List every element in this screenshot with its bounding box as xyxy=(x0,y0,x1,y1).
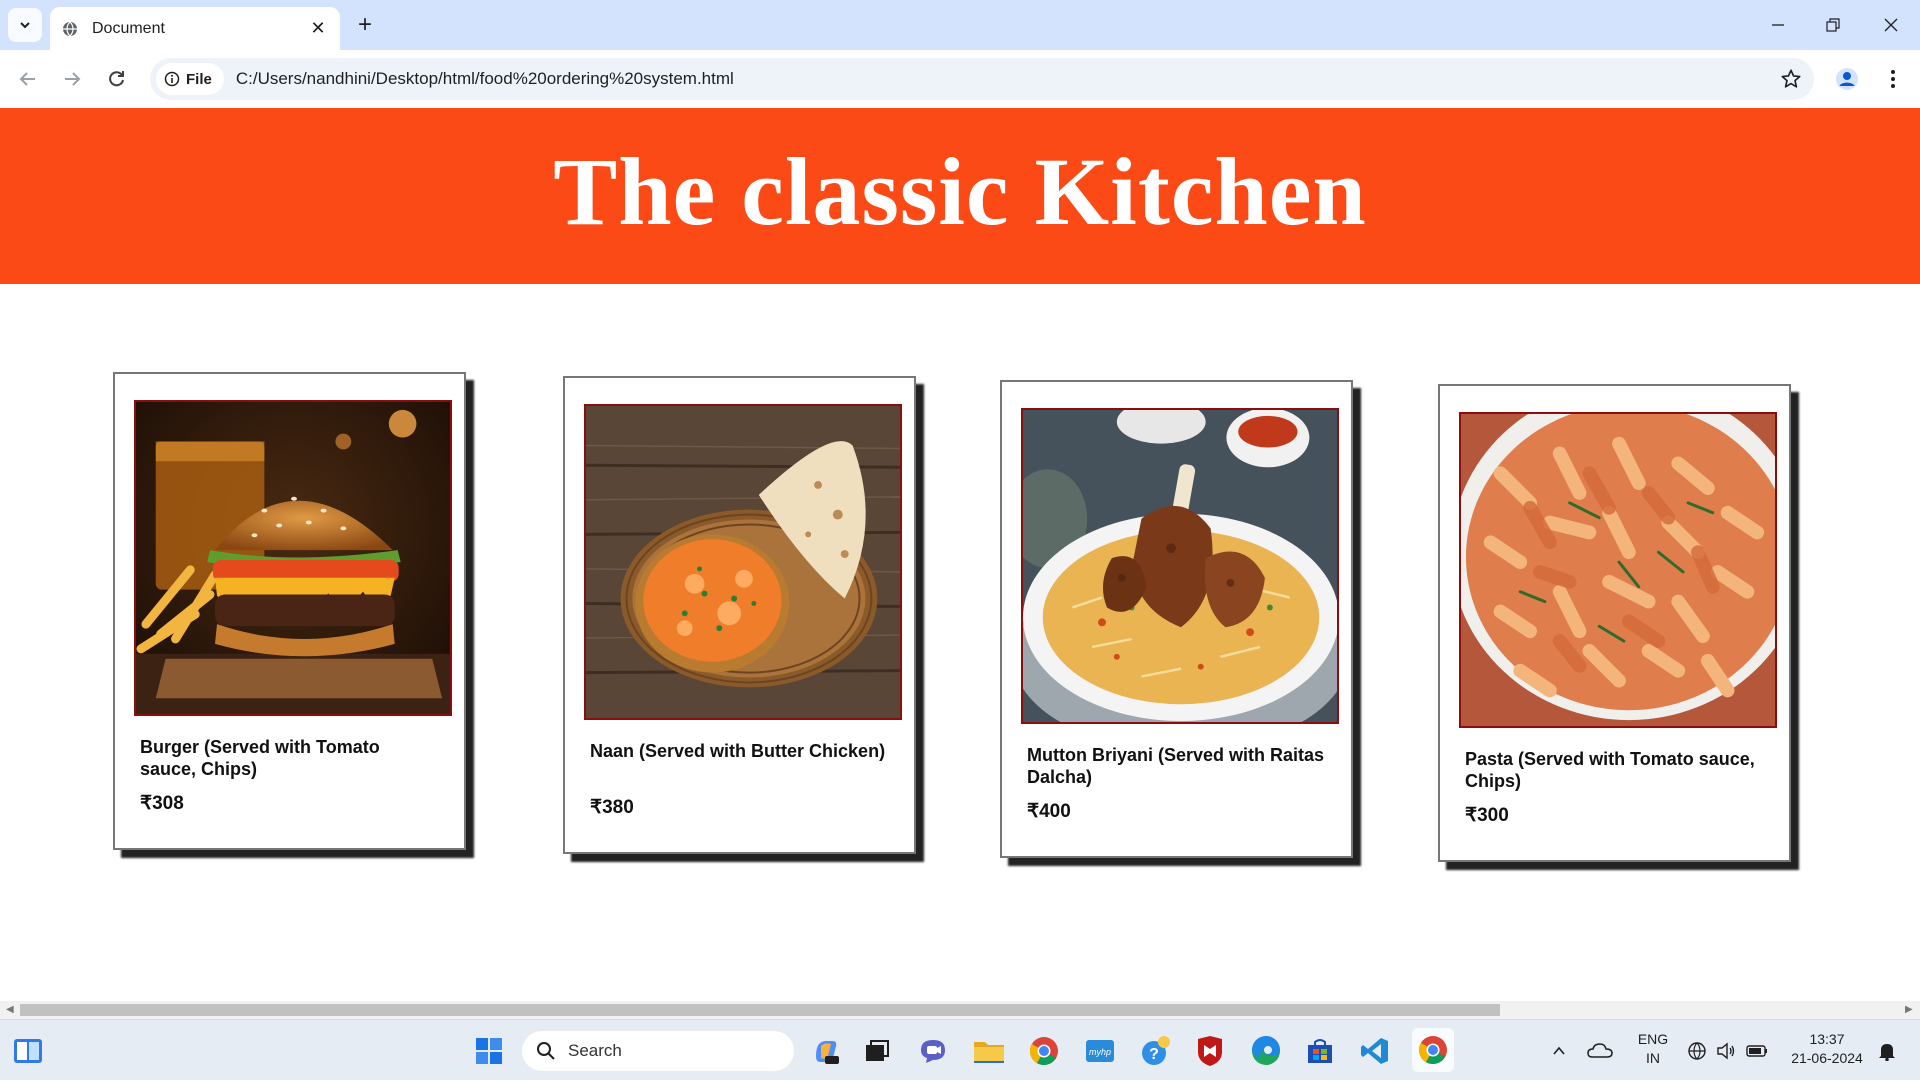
avatar-icon xyxy=(1836,68,1858,90)
naan-picture xyxy=(586,406,900,718)
arrow-right-icon xyxy=(65,72,81,86)
naan-image xyxy=(584,404,902,720)
browser-toolbar: File C:/Users/nandhini/Desktop/html/food… xyxy=(0,50,1920,108)
chevron-down-icon xyxy=(20,22,30,29)
briyani-picture xyxy=(1023,410,1337,722)
burger-image xyxy=(134,400,452,716)
briyani-image xyxy=(1021,408,1339,724)
teams-icon[interactable] xyxy=(916,1034,950,1068)
chrome-icon[interactable] xyxy=(1027,1034,1061,1068)
tab-close-icon[interactable]: ✕ xyxy=(308,18,328,39)
clock-time: 13:37 xyxy=(1809,1031,1845,1047)
reload-button[interactable] xyxy=(101,63,133,95)
globe-icon xyxy=(63,21,77,36)
windows-taskbar: Search myhp ? ENG IN 13:37 21-06-2024 xyxy=(0,1019,1920,1080)
chevron-up-icon[interactable] xyxy=(1546,1034,1572,1068)
pasta-image xyxy=(1459,412,1777,728)
menu-card-mutton-briyani[interactable]: Mutton Briyani (Served with Raitas Dalch… xyxy=(1000,380,1353,858)
item-price: ₹308 xyxy=(140,793,184,814)
close-window-button[interactable] xyxy=(1871,10,1911,40)
scroll-left-icon[interactable]: ◀ xyxy=(6,1004,14,1015)
more-vertical-icon xyxy=(1891,70,1895,88)
myhp-icon[interactable]: myhp xyxy=(1083,1034,1117,1068)
web-page: The classic Kitchen Burger (Served with … xyxy=(0,108,1920,1001)
address-bar[interactable]: File C:/Users/nandhini/Desktop/html/food… xyxy=(150,58,1814,100)
item-name: Pasta (Served with Tomato sauce, Chips) xyxy=(1465,749,1755,791)
browser-tab-bar: Document ✕ + xyxy=(0,0,1920,50)
browser-tab[interactable]: Document ✕ xyxy=(50,7,340,50)
battery-icon[interactable] xyxy=(1744,1034,1770,1068)
taskbar-search[interactable]: Search xyxy=(522,1031,794,1071)
volume-icon[interactable] xyxy=(1713,1034,1739,1068)
svg-text:myhp: myhp xyxy=(1089,1047,1111,1057)
horizontal-scrollbar[interactable]: ◀ ▶ xyxy=(0,1001,1920,1019)
restore-icon xyxy=(1826,18,1840,32)
menu-card-pasta[interactable]: Pasta (Served with Tomato sauce, Chips) … xyxy=(1438,384,1791,862)
menu-card-naan[interactable]: Naan (Served with Butter Chicken) ₹380 xyxy=(563,376,916,854)
help-icon[interactable]: ? xyxy=(1139,1034,1173,1068)
item-price: ₹380 xyxy=(590,797,634,818)
tab-search-button[interactable] xyxy=(8,8,42,42)
notification-bell-icon[interactable] xyxy=(1874,1034,1900,1068)
network-icon[interactable] xyxy=(1684,1034,1710,1068)
input-language[interactable]: ENG IN xyxy=(1633,1030,1673,1068)
edge-icon[interactable] xyxy=(1249,1034,1283,1068)
page-title: The classic Kitchen xyxy=(553,137,1367,245)
item-price: ₹300 xyxy=(1465,805,1509,826)
item-name: Naan (Served with Butter Chicken) xyxy=(590,741,886,761)
clock-date: 21-06-2024 xyxy=(1791,1050,1863,1066)
reload-icon xyxy=(109,71,124,87)
region-code: IN xyxy=(1646,1050,1660,1066)
item-name: Mutton Briyani (Served with Raitas Dalch… xyxy=(1027,745,1325,787)
header-banner: The classic Kitchen xyxy=(0,108,1920,284)
url-text[interactable]: C:/Users/nandhini/Desktop/html/food%20or… xyxy=(236,69,734,89)
start-icon[interactable] xyxy=(472,1034,506,1068)
info-icon xyxy=(164,71,180,87)
forward-button[interactable] xyxy=(56,63,88,95)
new-tab-button[interactable]: + xyxy=(352,12,378,38)
site-info-label: File xyxy=(186,70,212,88)
site-info-chip[interactable]: File xyxy=(156,63,224,95)
tab-title: Document xyxy=(92,19,165,37)
store-icon[interactable] xyxy=(1303,1034,1337,1068)
arrow-left-icon xyxy=(19,72,35,86)
clock[interactable]: 13:37 21-06-2024 xyxy=(1782,1030,1872,1068)
search-placeholder: Search xyxy=(568,1041,622,1060)
close-icon xyxy=(1884,18,1898,32)
chrome-active-icon[interactable] xyxy=(1412,1028,1454,1072)
browser-menu-button[interactable] xyxy=(1878,64,1908,94)
scroll-right-icon[interactable]: ▶ xyxy=(1905,1004,1913,1015)
restore-button[interactable] xyxy=(1813,10,1853,40)
burger-picture xyxy=(136,402,450,714)
copilot-icon[interactable] xyxy=(809,1034,843,1068)
mcafee-icon[interactable] xyxy=(1193,1034,1227,1068)
menu-card-burger[interactable]: Burger (Served with Tomato sauce, Chips)… xyxy=(113,372,466,850)
minimize-icon xyxy=(1772,24,1784,26)
widgets-icon[interactable] xyxy=(11,1034,45,1068)
star-icon[interactable] xyxy=(1780,68,1802,90)
back-button[interactable] xyxy=(12,63,44,95)
task-view-icon[interactable] xyxy=(860,1034,894,1068)
item-name: Burger (Served with Tomato sauce, Chips) xyxy=(140,737,380,779)
onedrive-icon[interactable] xyxy=(1585,1034,1615,1068)
scrollbar-thumb[interactable] xyxy=(20,1004,1500,1016)
item-price: ₹400 xyxy=(1027,801,1071,822)
pasta-picture xyxy=(1461,414,1775,726)
language-code: ENG xyxy=(1637,1031,1669,1047)
minimize-button[interactable] xyxy=(1758,10,1798,40)
vscode-icon[interactable] xyxy=(1358,1034,1392,1068)
search-icon xyxy=(537,1042,555,1060)
svg-text:?: ? xyxy=(1149,1046,1159,1063)
profile-button[interactable] xyxy=(1832,64,1862,94)
file-explorer-icon[interactable] xyxy=(972,1034,1006,1068)
